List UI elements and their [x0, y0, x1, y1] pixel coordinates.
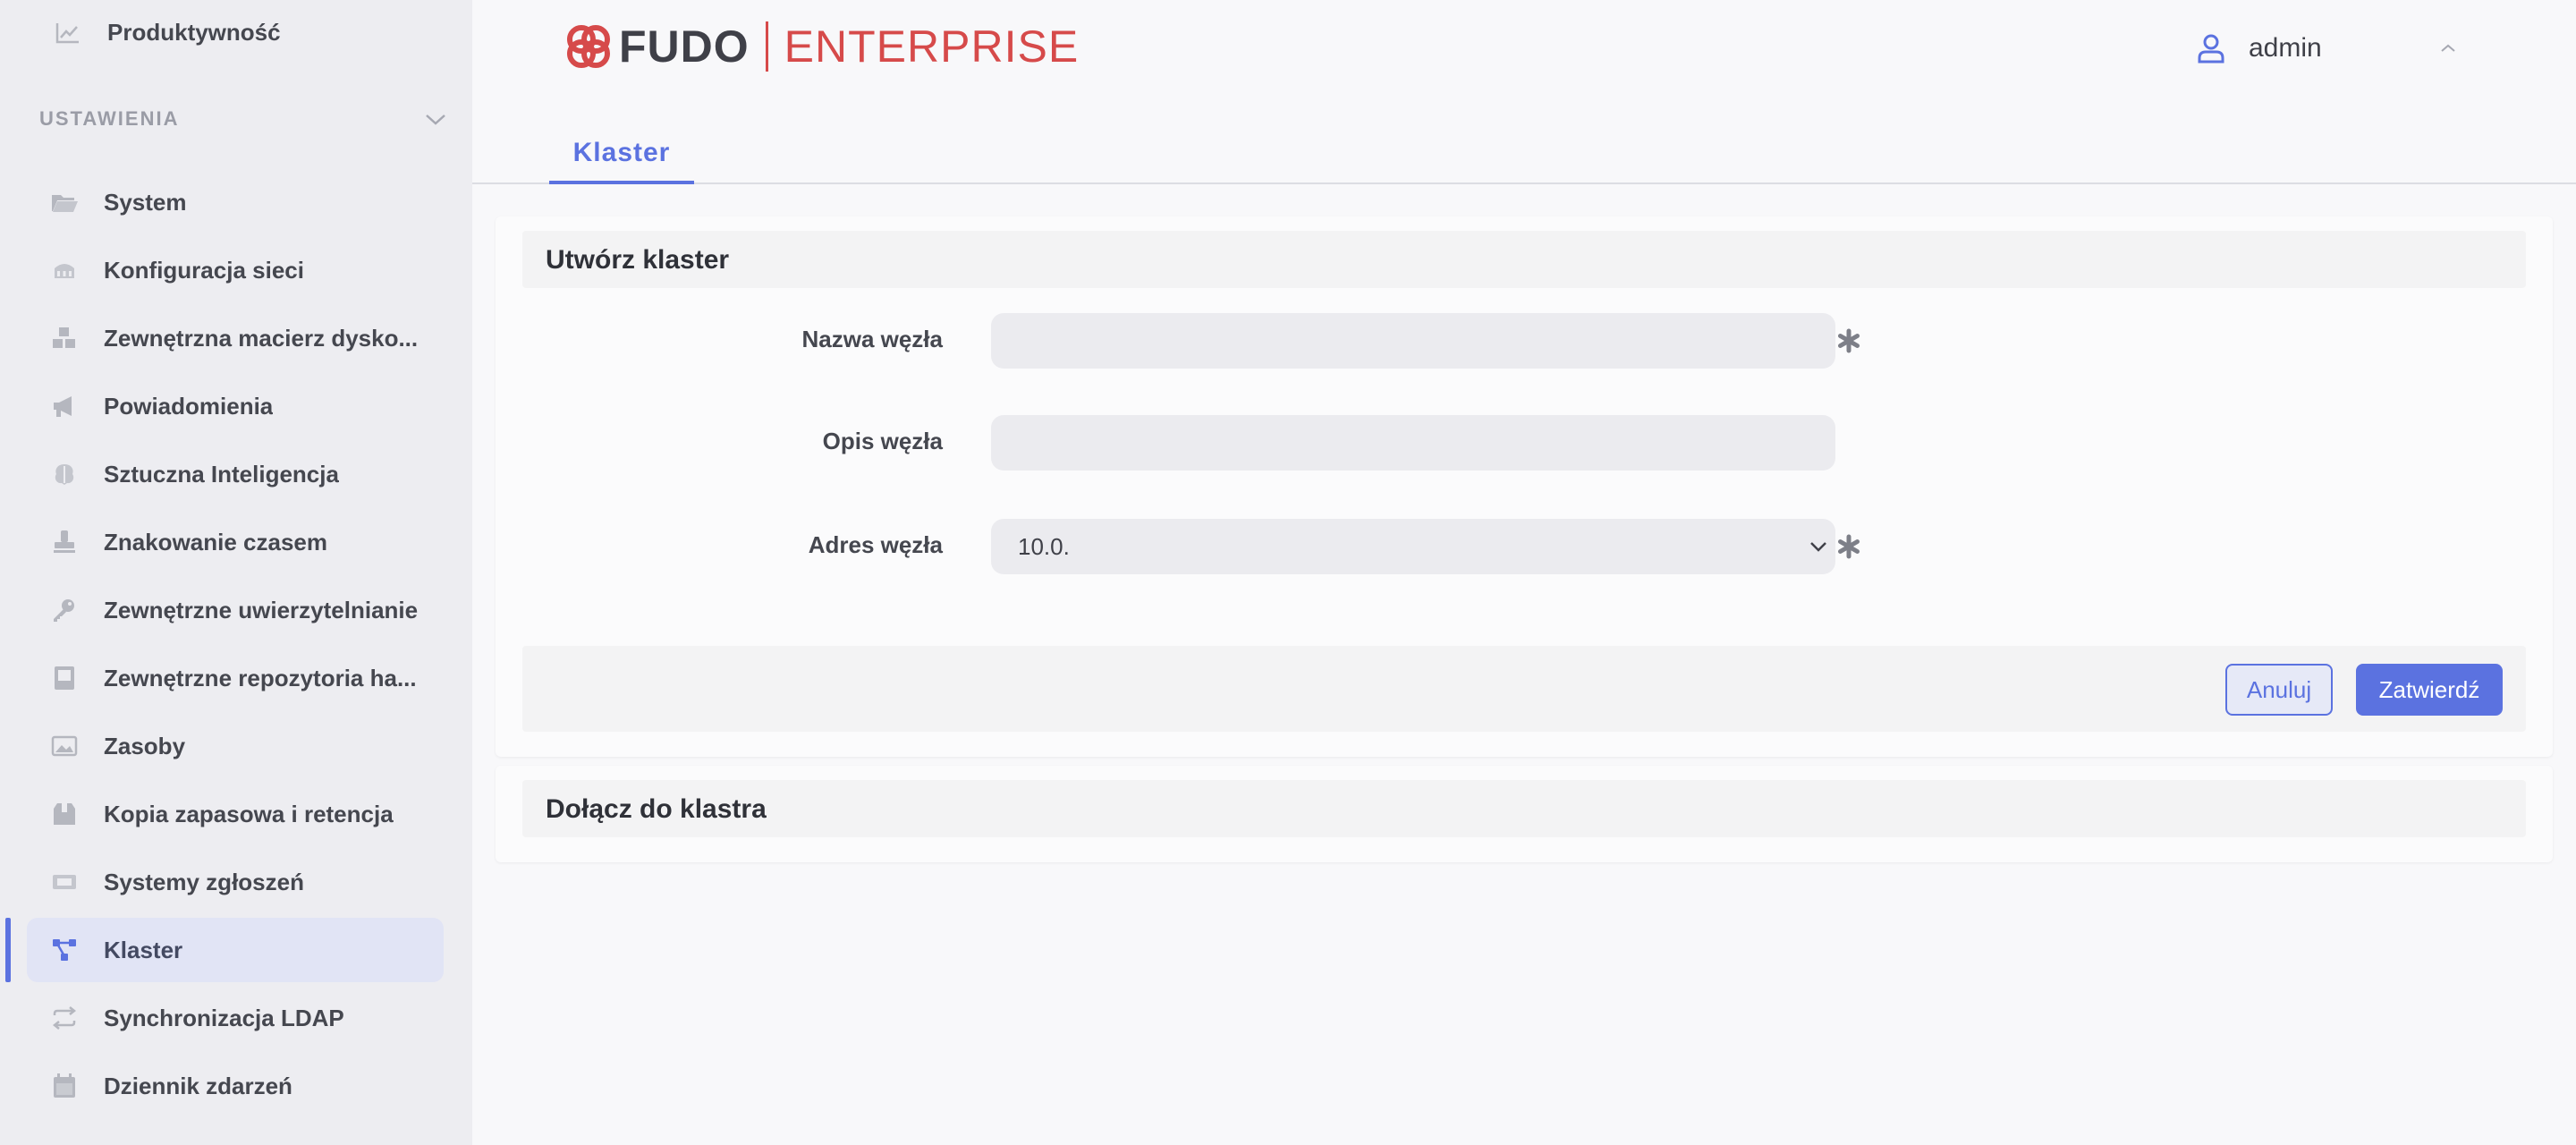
tab-cluster[interactable]: Klaster [549, 125, 694, 184]
sidebar-item-label: Zasoby [104, 732, 186, 759]
required-asterisk-icon [1838, 534, 1860, 559]
sidebar-item-label: Zewnętrzna macierz dysko... [104, 324, 419, 352]
user-menu[interactable]: admin [2193, 27, 2458, 70]
stamp-icon [54, 530, 75, 553]
node-description-input[interactable] [991, 415, 1835, 471]
node-name-label: Nazwa węzła [801, 326, 943, 352]
sidebar-section-settings[interactable]: USTAWIENIA [39, 107, 447, 131]
node-description-row: Opis węzła [496, 415, 2553, 471]
sync-icon [52, 1006, 77, 1030]
chevron-down-icon [426, 114, 445, 125]
logo-brand: FUDO [619, 21, 750, 72]
calendar-icon [54, 1073, 75, 1098]
sidebar-item-label: Zewnętrzne uwierzytelnianie [104, 596, 419, 623]
sidebar-item-external-storage[interactable]: Zewnętrzna macierz dysko... [27, 306, 444, 370]
logo-divider [765, 21, 768, 72]
sidebar: Produktywność USTAWIENIA System Konfigur… [0, 0, 472, 1145]
brain-icon [55, 464, 74, 485]
sidebar-item-backup[interactable]: Kopia zapasowa i retencja [27, 782, 444, 846]
join-cluster-panel: Dołącz do klastra [496, 766, 2553, 862]
chart-line-icon [55, 23, 79, 44]
fudo-logo[interactable]: FUDO ENTERPRISE [564, 21, 1079, 72]
user-name: admin [2249, 33, 2322, 63]
create-cluster-panel: Utwórz klaster Nazwa węzła Opis węzła Ad… [496, 216, 2553, 757]
sidebar-item-cluster[interactable]: Klaster [5, 918, 444, 982]
sidebar-item-network[interactable]: Konfiguracja sieci [27, 238, 444, 302]
boxes-icon [53, 327, 75, 348]
sidebar-item-label: Powiadomienia [104, 392, 274, 420]
sidebar-item-label: Kopia zapasowa i retencja [104, 800, 394, 827]
node-description-label: Opis węzła [822, 428, 943, 454]
sidebar-item-label: Sztuczna Inteligencja [104, 460, 339, 488]
tab-bar: Klaster [472, 125, 2576, 184]
book-icon [55, 666, 74, 690]
cancel-button[interactable]: Anuluj [2225, 664, 2333, 716]
network-icon [55, 264, 74, 278]
sidebar-item-external-auth[interactable]: Zewnętrzne uwierzytelnianie [27, 578, 444, 642]
folder-open-icon [52, 195, 78, 212]
sidebar-item-resources[interactable]: Zasoby [27, 714, 444, 778]
chevron-down-icon [1810, 542, 1826, 552]
node-address-row: Adres węzła 10.0. [496, 519, 2553, 574]
images-icon [51, 735, 78, 757]
sidebar-item-label: System [104, 188, 187, 216]
sidebar-section-title: USTAWIENIA [39, 107, 180, 130]
node-address-label: Adres węzła [808, 531, 943, 558]
sidebar-item-label: Synchronizacja LDAP [104, 1004, 344, 1031]
sidebar-item-system[interactable]: System [27, 170, 444, 234]
node-address-value: 10.0. [1018, 532, 1070, 560]
sidebar-item-ticketing[interactable]: Systemy zgłoszeń [27, 850, 444, 914]
node-name-input[interactable] [991, 313, 1835, 369]
sidebar-item-external-repos[interactable]: Zewnętrzne repozytoria ha... [27, 646, 444, 710]
required-asterisk-icon [1838, 328, 1860, 353]
sidebar-item-label: Konfiguracja sieci [104, 256, 304, 284]
sidebar-item-timestamping[interactable]: Znakowanie czasem [27, 510, 444, 574]
sidebar-item-label: Produktywność [107, 18, 281, 46]
sidebar-item-event-log[interactable]: Dziennik zdarzeń [27, 1054, 444, 1118]
logo-product: ENTERPRISE [784, 21, 1080, 72]
join-cluster-title[interactable]: Dołącz do klastra [522, 780, 2526, 837]
user-icon [2198, 34, 2224, 64]
node-name-row: Nazwa węzła [496, 313, 2553, 369]
megaphone-icon [54, 396, 72, 417]
create-cluster-title[interactable]: Utwórz klaster [522, 231, 2526, 288]
form-actions: Anuluj Zatwierdź [522, 646, 2526, 732]
sidebar-item-ldap-sync[interactable]: Synchronizacja LDAP [27, 986, 444, 1050]
key-icon [54, 599, 74, 622]
ticket-icon [53, 875, 76, 889]
node-address-select[interactable]: 10.0. [991, 519, 1835, 574]
sidebar-item-ai[interactable]: Sztuczna Inteligencja [27, 442, 444, 506]
submit-button[interactable]: Zatwierdź [2356, 664, 2503, 716]
sidebar-item-label: Znakowanie czasem [104, 528, 327, 556]
sidebar-item-label: Dziennik zdarzeń [104, 1072, 292, 1099]
sidebar-item-label: Klaster [104, 936, 183, 963]
sidebar-menu: System Konfiguracja sieci Zewnętrzna mac… [0, 170, 472, 1122]
sidebar-item-label: Zewnętrzne repozytoria ha... [104, 664, 417, 691]
archive-box-icon [54, 803, 75, 825]
sidebar-item-productivity[interactable]: Produktywność [54, 16, 281, 48]
chevron-up-icon [2441, 44, 2455, 52]
fudo-logo-icon [567, 25, 610, 68]
sidebar-item-notifications[interactable]: Powiadomienia [27, 374, 444, 438]
cluster-icon [53, 939, 76, 961]
sidebar-item-label: Systemy zgłoszeń [104, 868, 304, 895]
